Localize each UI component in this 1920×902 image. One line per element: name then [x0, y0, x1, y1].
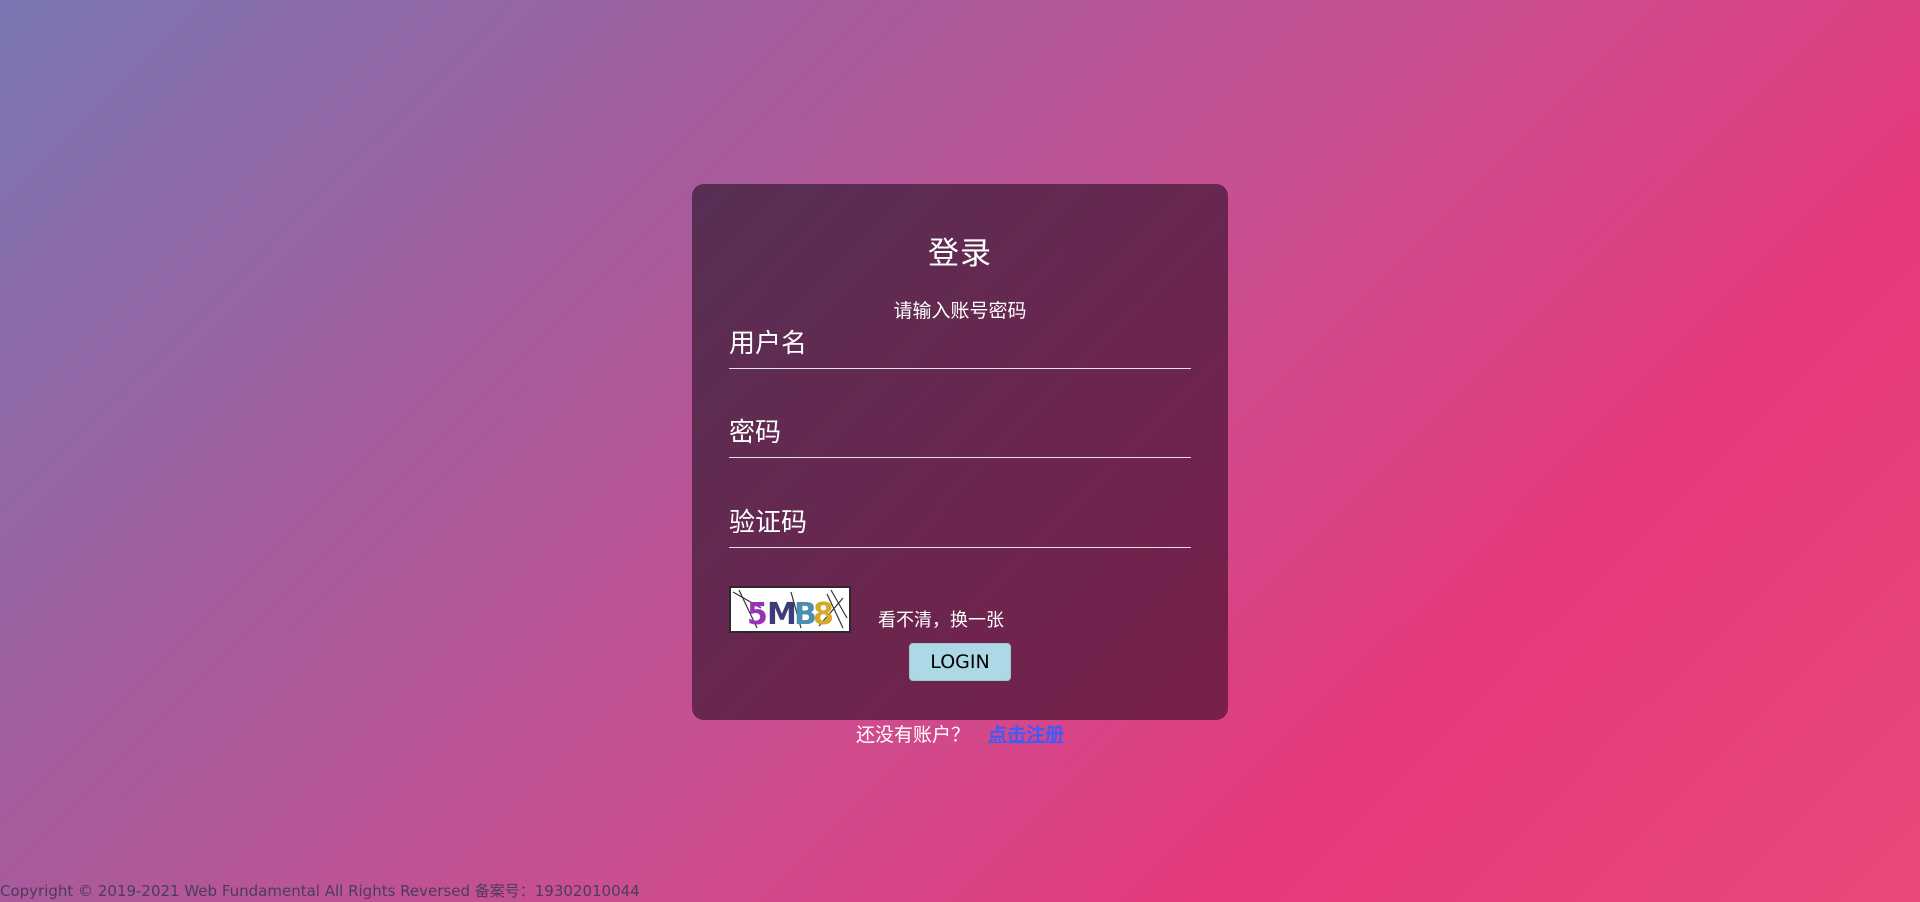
login-subtitle: 请输入账号密码	[893, 300, 1027, 322]
password-field-wrapper	[729, 413, 1191, 458]
footer-copyright: Copyright © 2019-2021 Web Fundamental Al…	[0, 882, 640, 900]
captcha-char-2: M	[767, 597, 797, 631]
page-title: 登录	[928, 236, 992, 272]
register-row: 还没有账户？ 点击注册	[0, 720, 1920, 747]
login-button[interactable]: LOGIN	[909, 643, 1011, 681]
captcha-graphic: 5 M B 8	[732, 589, 848, 631]
captcha-input[interactable]	[729, 503, 1191, 543]
captcha-char-4: 8	[813, 597, 834, 631]
register-link[interactable]: 点击注册	[988, 724, 1064, 746]
password-input[interactable]	[729, 413, 1191, 453]
captcha-field-wrapper	[729, 503, 1191, 548]
username-field-wrapper	[729, 324, 1191, 369]
captcha-char-1: 5	[747, 597, 768, 631]
register-prompt: 还没有账户？	[855, 724, 970, 746]
refresh-captcha-link[interactable]: 看不清，换一张	[878, 606, 1004, 632]
username-input[interactable]	[729, 324, 1191, 364]
captcha-image[interactable]: 5 M B 8	[729, 586, 851, 633]
login-card: 登录 请输入账号密码 5 M B 8 看不清，换一张 L	[692, 184, 1228, 720]
